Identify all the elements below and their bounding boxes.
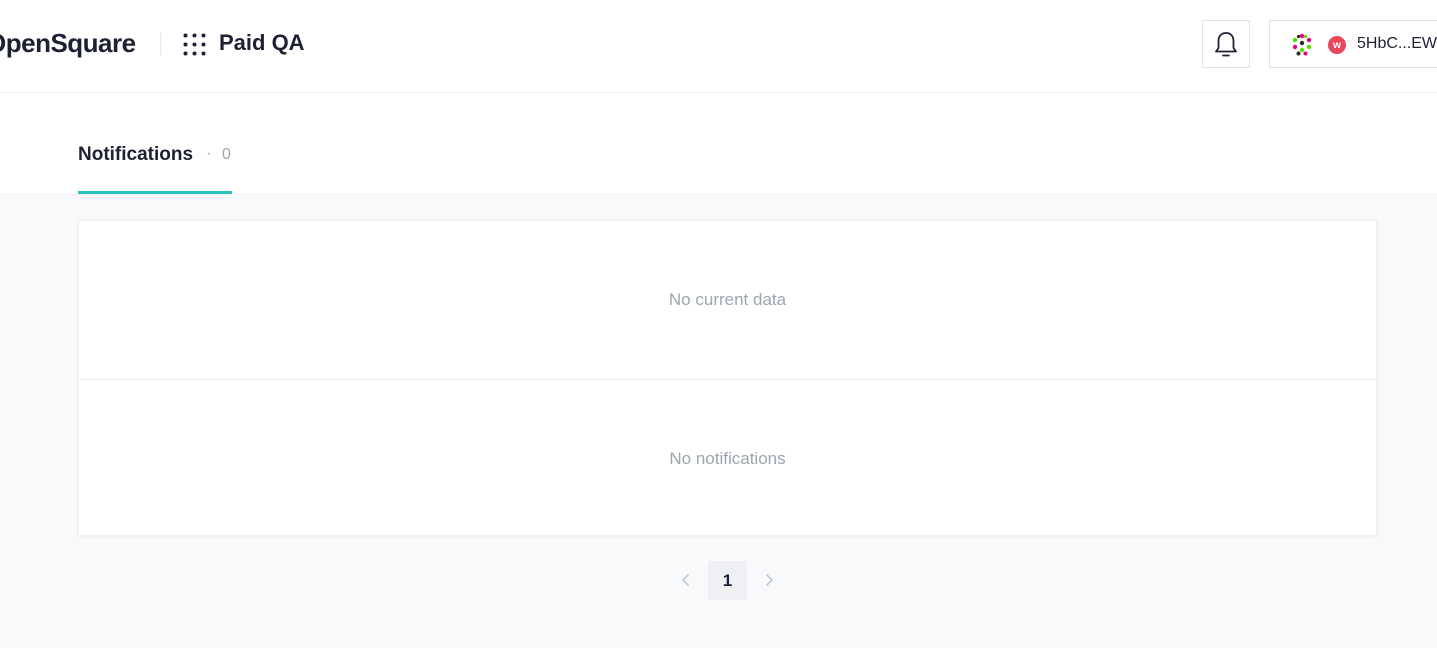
pagination: 1: [0, 561, 1437, 600]
page-number-button[interactable]: 1: [708, 561, 747, 600]
polkadot-chain-icon: [1292, 33, 1312, 56]
tab-label: Notifications: [78, 144, 194, 165]
notifications-button[interactable]: [1202, 20, 1250, 68]
notifications-card: No current data No notifications: [78, 220, 1377, 536]
header-divider: [160, 33, 161, 55]
tab-count: 0: [222, 146, 231, 163]
account-address: 5HbC...EWu: [1357, 35, 1437, 52]
previous-page-button[interactable]: [676, 570, 696, 590]
tabs-bar: Notifications · 0: [0, 93, 1437, 195]
empty-state-text: No current data: [668, 290, 787, 309]
active-tab-indicator: [78, 191, 232, 194]
grid-dots-icon[interactable]: [183, 33, 206, 56]
avatar: w: [1328, 36, 1346, 54]
tab-notifications[interactable]: Notifications · 0: [78, 93, 232, 195]
empty-state-current: No current data: [79, 221, 1376, 379]
empty-state-text: No notifications: [669, 448, 786, 468]
top-header: OpenSquare Paid QA w 5HbC...EWu: [0, 0, 1437, 93]
chevron-left-icon: [682, 574, 689, 586]
app-title[interactable]: Paid QA: [219, 30, 305, 56]
next-page-button[interactable]: [759, 570, 779, 590]
brand-logo[interactable]: OpenSquare: [0, 28, 136, 59]
account-button[interactable]: w 5HbC...EWu: [1269, 20, 1437, 68]
empty-state-notifications: No notifications: [79, 379, 1376, 537]
bell-icon: [1215, 32, 1237, 57]
chevron-right-icon: [766, 574, 773, 586]
tab-separator: ·: [206, 145, 212, 162]
